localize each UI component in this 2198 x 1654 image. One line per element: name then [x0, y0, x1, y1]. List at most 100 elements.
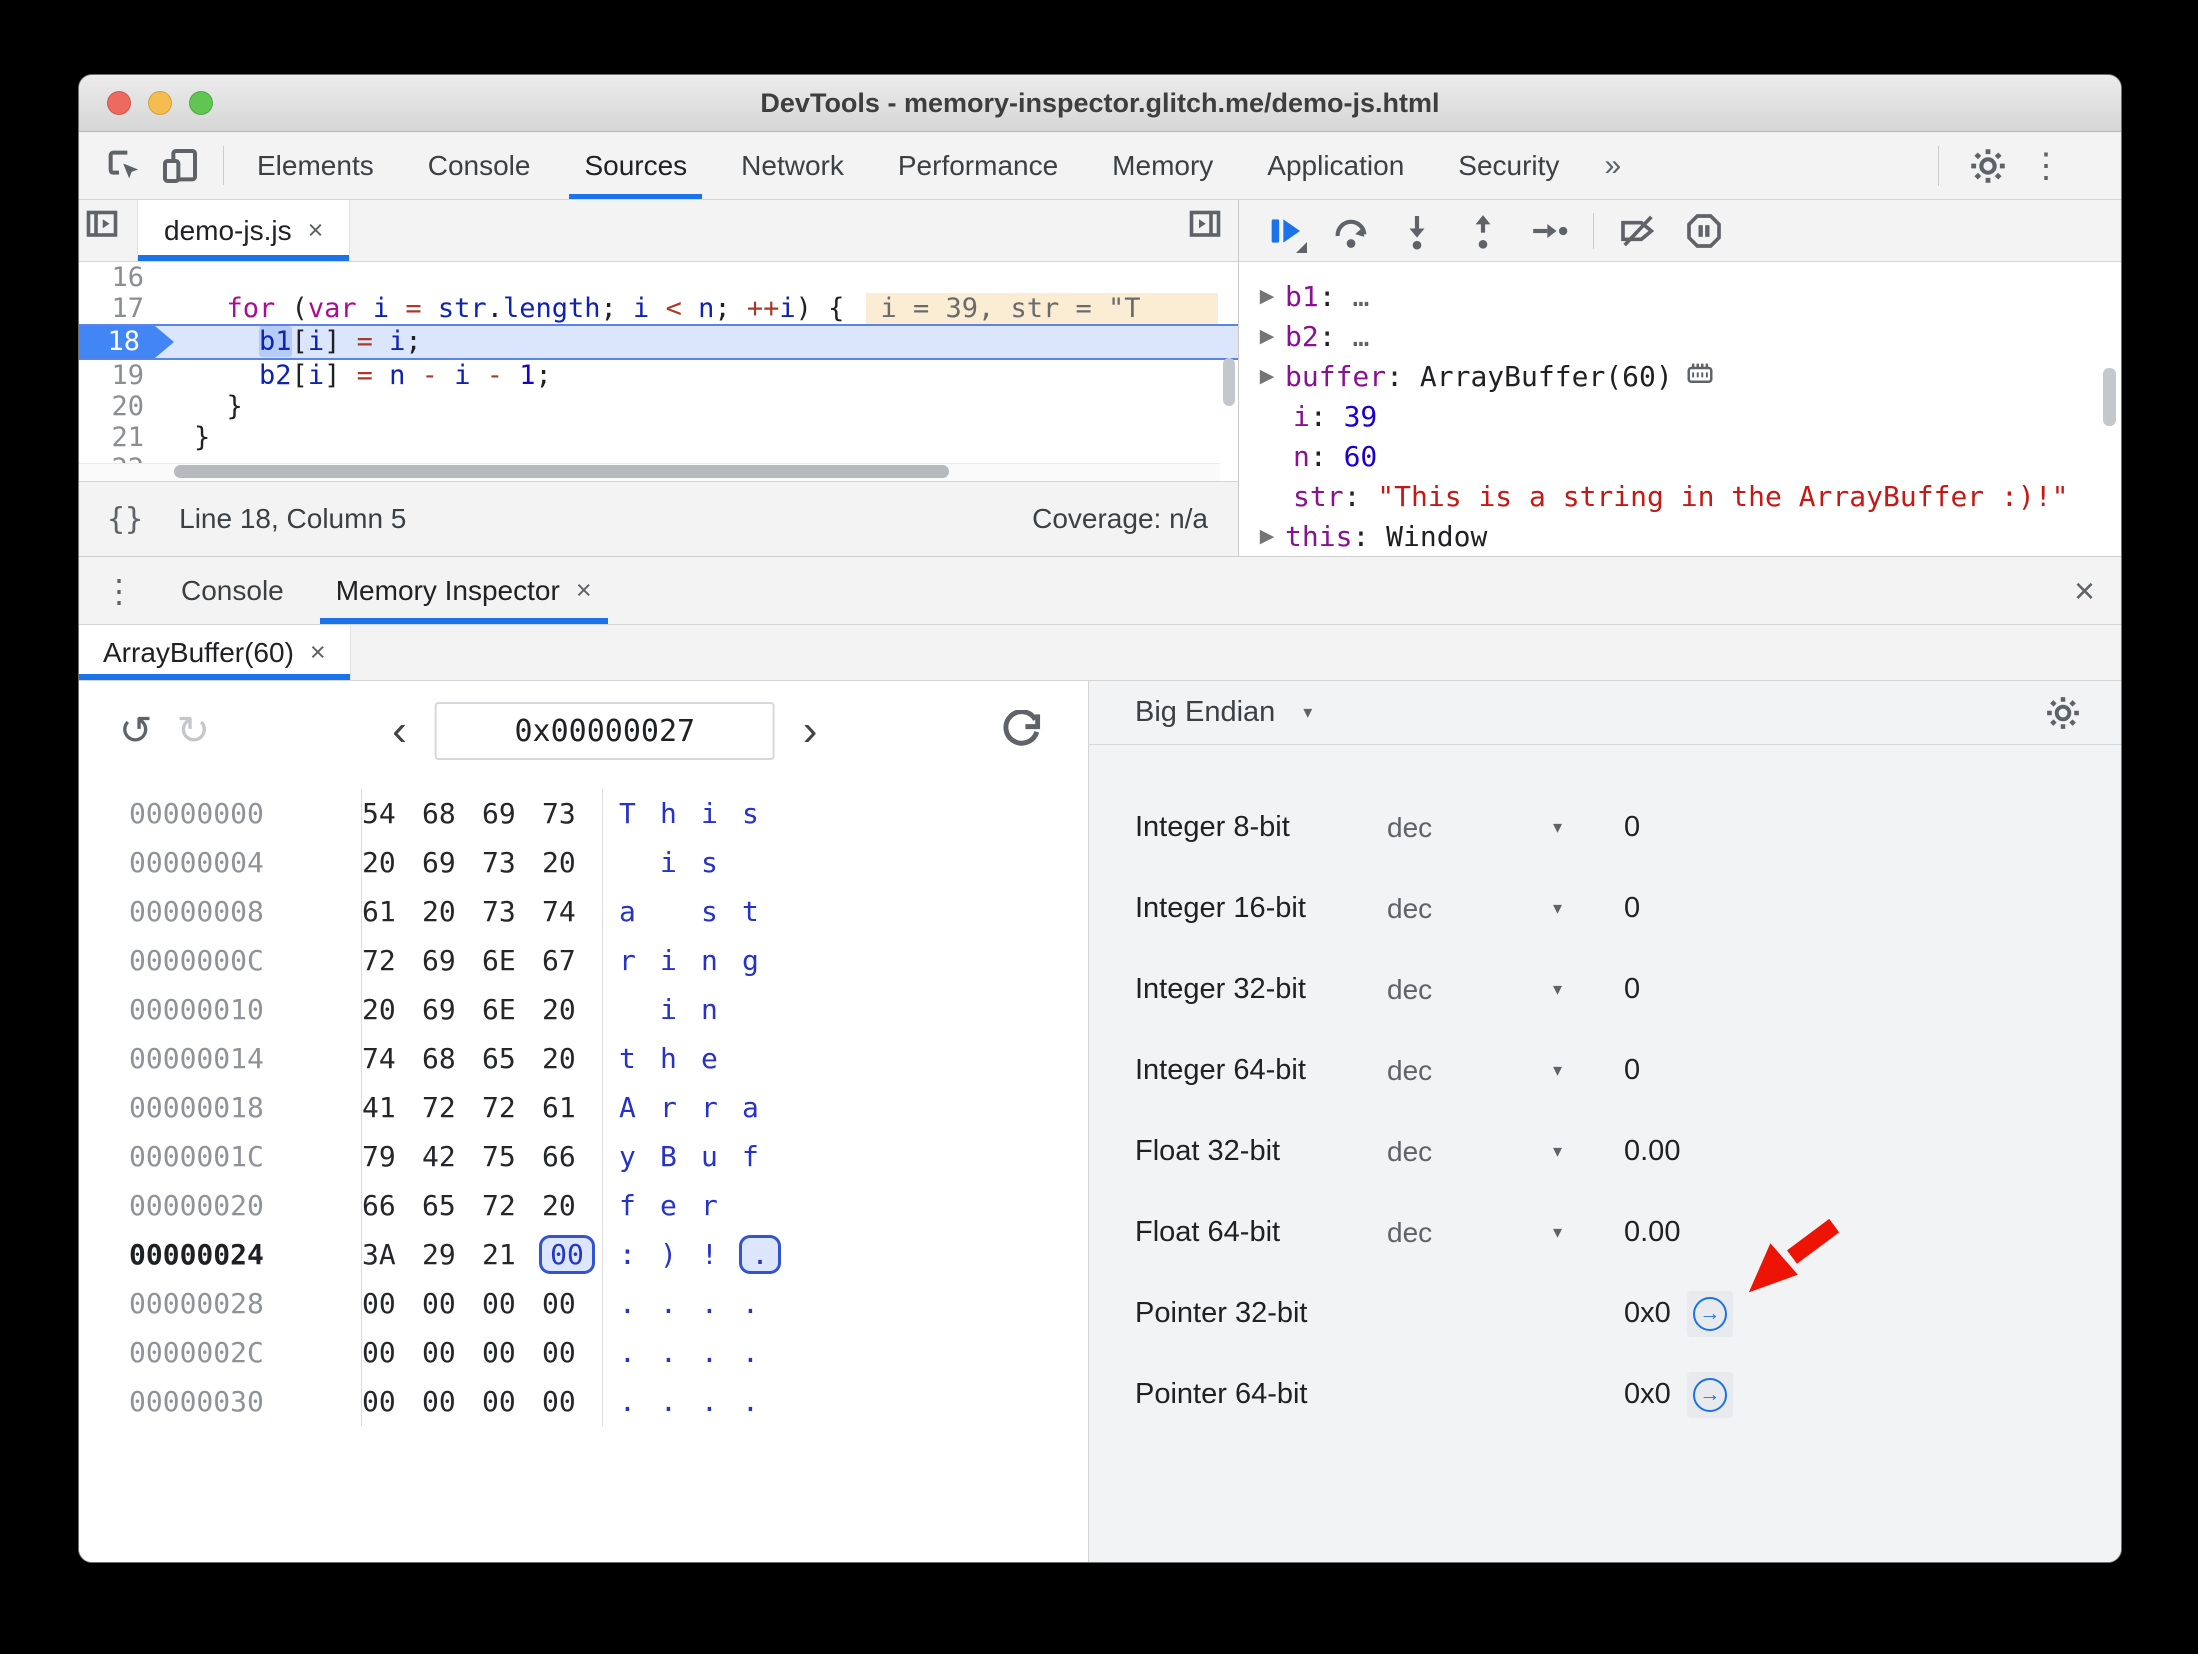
- hex-byte[interactable]: 74: [542, 895, 602, 928]
- ascii-char[interactable]: B: [660, 1140, 701, 1173]
- scope-item-b2[interactable]: ▶ b2: …: [1239, 316, 2121, 356]
- hex-byte[interactable]: 00: [362, 1287, 422, 1320]
- code-editor[interactable]: 16 17 for (var i = str.length; i < n; ++i…: [79, 262, 1238, 481]
- hex-byte[interactable]: 72: [362, 944, 422, 977]
- tab-memory[interactable]: Memory: [1085, 132, 1240, 199]
- drawer-tab-close-icon[interactable]: ×: [576, 575, 592, 606]
- mode-dropdown-icon[interactable]: ▾: [1553, 1222, 1562, 1243]
- tab-console[interactable]: Console: [401, 132, 558, 199]
- pretty-print-button[interactable]: {}: [107, 502, 143, 537]
- drawer-tab-console[interactable]: Console: [155, 557, 310, 624]
- hex-byte[interactable]: 00: [542, 1385, 602, 1418]
- ascii-char[interactable]: t: [742, 895, 783, 928]
- scope-item-i[interactable]: i: 39: [1239, 396, 2121, 436]
- hex-byte[interactable]: 00: [422, 1336, 482, 1369]
- hex-byte[interactable]: 21: [482, 1238, 542, 1271]
- mode-select[interactable]: dec: [1387, 893, 1432, 925]
- hex-byte[interactable]: 20: [362, 993, 422, 1026]
- device-toolbar-button[interactable]: [157, 143, 203, 189]
- inspect-element-button[interactable]: [101, 143, 147, 189]
- ascii-char[interactable]: h: [660, 1042, 701, 1075]
- editor-hscrollbar-thumb[interactable]: [174, 465, 949, 478]
- scope-item-str[interactable]: str: "This is a string in the ArrayBuffe…: [1239, 476, 2121, 516]
- hex-byte[interactable]: 54: [362, 797, 422, 830]
- hex-byte[interactable]: 65: [422, 1189, 482, 1222]
- scope-item-buffer[interactable]: ▶ buffer: ArrayBuffer(60): [1239, 356, 2121, 396]
- settings-button[interactable]: [1965, 143, 2011, 189]
- redo-button[interactable]: ↻: [177, 708, 211, 754]
- hex-byte[interactable]: 20: [422, 895, 482, 928]
- drawer-menu-button[interactable]: ⋮: [79, 557, 155, 624]
- hex-byte[interactable]: 75: [482, 1140, 542, 1173]
- buffer-tab-close-icon[interactable]: ×: [310, 637, 326, 668]
- line-number[interactable]: 16: [79, 262, 174, 293]
- hex-byte[interactable]: 79: [362, 1140, 422, 1173]
- tab-application[interactable]: Application: [1240, 132, 1431, 199]
- main-menu-button[interactable]: ⋮: [2029, 149, 2063, 183]
- deactivate-breakpoints-button[interactable]: [1612, 207, 1664, 255]
- ascii-char[interactable]: g: [742, 944, 783, 977]
- tree-expand-icon[interactable]: ▶: [1249, 325, 1285, 347]
- hex-byte[interactable]: 00: [422, 1385, 482, 1418]
- mode-dropdown-icon[interactable]: ▾: [1553, 979, 1562, 1000]
- hex-byte[interactable]: 74: [362, 1042, 422, 1075]
- step-button[interactable]: [1523, 207, 1575, 255]
- hex-byte[interactable]: 00: [542, 1336, 602, 1369]
- line-number[interactable]: 20: [79, 391, 174, 422]
- tree-expand-icon[interactable]: ▶: [1249, 525, 1285, 547]
- show-navigator-button[interactable]: [79, 200, 125, 246]
- ascii-char[interactable]: .: [660, 1287, 701, 1320]
- ascii-char[interactable]: [619, 846, 660, 879]
- ascii-char[interactable]: n: [701, 993, 742, 1026]
- scope-item-this[interactable]: ▶ this: Window: [1239, 516, 2121, 556]
- next-page-button[interactable]: ›: [803, 709, 818, 753]
- mode-select[interactable]: dec: [1387, 1136, 1432, 1168]
- ascii-char[interactable]: .: [660, 1336, 701, 1369]
- more-tabs-button[interactable]: »: [1586, 132, 1639, 199]
- hex-byte[interactable]: 69: [422, 993, 482, 1026]
- interpreter-settings-button[interactable]: [2045, 695, 2081, 731]
- scope-vscrollbar-thumb[interactable]: [2103, 368, 2116, 426]
- resume-button[interactable]: [1259, 207, 1311, 255]
- refresh-button[interactable]: [1000, 710, 1042, 752]
- ascii-char[interactable]: .: [701, 1287, 742, 1320]
- mode-dropdown-icon[interactable]: ▾: [1553, 1141, 1562, 1162]
- ascii-char[interactable]: n: [701, 944, 742, 977]
- mode-dropdown-icon[interactable]: ▾: [1553, 1060, 1562, 1081]
- hex-byte[interactable]: 69: [422, 846, 482, 879]
- hex-byte[interactable]: 72: [482, 1189, 542, 1222]
- undo-button[interactable]: ↺: [119, 708, 153, 754]
- hex-byte[interactable]: 65: [482, 1042, 542, 1075]
- hex-byte[interactable]: 73: [482, 846, 542, 879]
- file-tab-demo-js[interactable]: demo-js.js ×: [137, 200, 351, 261]
- hex-byte[interactable]: 00: [422, 1287, 482, 1320]
- line-number[interactable]: 21: [79, 422, 174, 453]
- buffer-tab-arraybuffer[interactable]: ArrayBuffer(60) ×: [79, 625, 351, 680]
- ascii-char[interactable]: s: [701, 846, 742, 879]
- endianness-dropdown-icon[interactable]: ▾: [1303, 702, 1312, 723]
- ascii-char[interactable]: [742, 1042, 783, 1075]
- mode-select[interactable]: dec: [1387, 974, 1432, 1006]
- file-tab-close-icon[interactable]: ×: [308, 215, 324, 246]
- ascii-char[interactable]: .: [701, 1385, 742, 1418]
- editor-vscrollbar-thumb[interactable]: [1223, 358, 1235, 406]
- tree-expand-icon[interactable]: ▶: [1249, 365, 1285, 387]
- hex-byte[interactable]: 41: [362, 1091, 422, 1124]
- hex-byte[interactable]: 00: [482, 1385, 542, 1418]
- hex-byte[interactable]: 72: [482, 1091, 542, 1124]
- tab-security[interactable]: Security: [1431, 132, 1586, 199]
- ascii-char[interactable]: T: [619, 797, 660, 830]
- hex-byte[interactable]: 66: [362, 1189, 422, 1222]
- hex-byte[interactable]: 00: [362, 1385, 422, 1418]
- tab-sources[interactable]: Sources: [557, 132, 714, 199]
- ascii-char[interactable]: i: [660, 993, 701, 1026]
- ascii-char[interactable]: h: [660, 797, 701, 830]
- ascii-char[interactable]: a: [742, 1091, 783, 1124]
- jump-to-address-button[interactable]: →: [1686, 1290, 1733, 1337]
- hex-byte[interactable]: 6E: [482, 944, 542, 977]
- hex-byte[interactable]: 68: [422, 1042, 482, 1075]
- ascii-char[interactable]: r: [701, 1091, 742, 1124]
- hex-byte[interactable]: 20: [542, 1042, 602, 1075]
- ascii-char[interactable]: .: [619, 1336, 660, 1369]
- hex-byte[interactable]: 29: [422, 1238, 482, 1271]
